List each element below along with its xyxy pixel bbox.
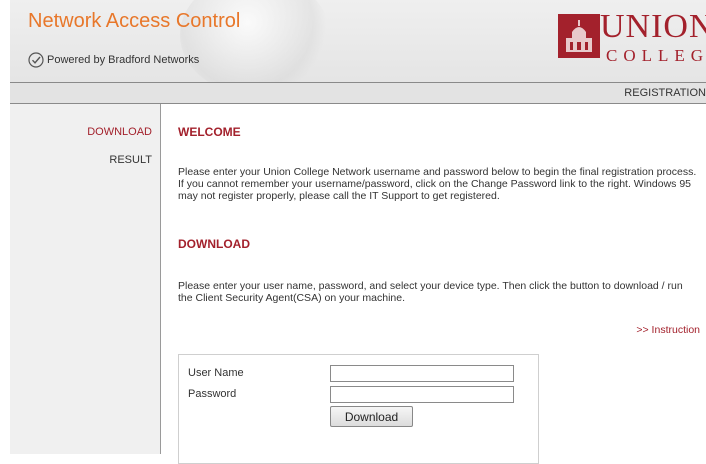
seal-icon [558,14,600,58]
login-form: User Name Password Download [178,354,539,464]
header: Network Access Control Powered by Bradfo… [10,0,706,88]
main-content: WELCOME Please enter your Union College … [178,104,706,464]
welcome-heading: WELCOME [178,125,241,139]
registration-bar: REGISTRATION [10,82,706,104]
powered-by: Powered by Bradford Networks [28,52,199,68]
sidebar-item-result[interactable]: RESULT [109,154,152,166]
username-label: User Name [188,367,244,379]
password-label: Password [188,388,237,400]
download-text: Please enter your user name, password, a… [178,280,683,304]
app-title: Network Access Control [28,10,241,32]
logo-union-text: UNION [600,8,706,45]
instruction-link[interactable]: >> Instruction [636,324,700,336]
sidebar-item-download[interactable]: DOWNLOAD [87,126,152,138]
powered-by-text: Powered by Bradford Networks [47,54,200,66]
logo-college-text: COLLEGE [606,46,706,65]
check-circle-icon [28,52,44,68]
registration-label: REGISTRATION [624,87,706,99]
welcome-text: Please enter your Union College Network … [178,166,697,202]
download-button[interactable]: Download [330,406,413,427]
union-college-logo: UNION COLLEGE [558,8,706,68]
sidebar: DOWNLOAD RESULT [10,104,161,454]
download-heading: DOWNLOAD [178,237,250,251]
password-input[interactable] [330,386,514,403]
username-input[interactable] [330,365,514,382]
